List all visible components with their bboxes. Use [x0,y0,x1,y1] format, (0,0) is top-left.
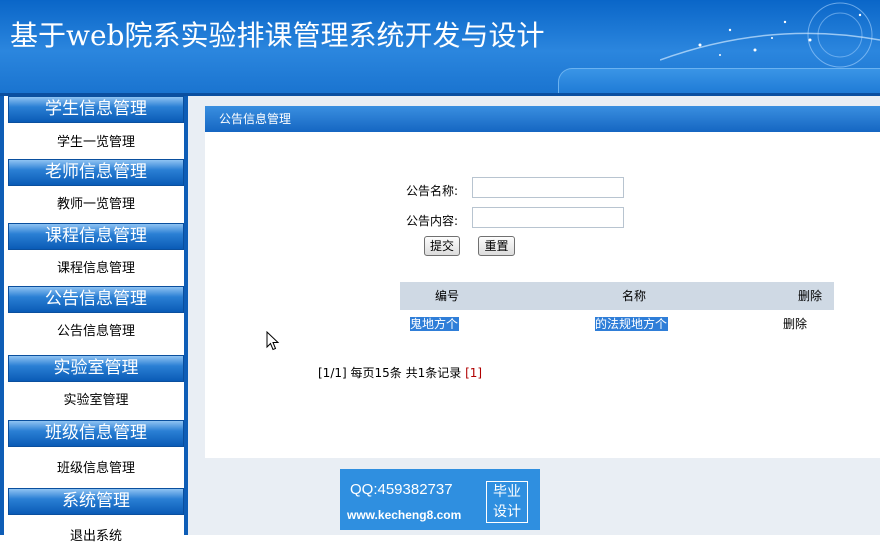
menu-header-class[interactable]: 班级信息管理 [8,420,184,447]
menu-header-student[interactable]: 学生信息管理 [8,96,184,123]
delete-link[interactable]: 删除 [783,317,807,331]
header-strip [558,68,880,93]
menu-header-system[interactable]: 系统管理 [8,488,184,515]
menu-header-lab[interactable]: 实验室管理 [8,355,184,382]
watermark-url: www.kecheng8.com [347,508,462,522]
total-records: 共1条记录 [405,366,462,380]
cell-name: 的法规地方个 [595,317,668,331]
announcement-name-label: 公告名称: [406,184,459,198]
page-info: [1/1] [318,366,347,380]
announcement-panel: 公告信息管理 公告名称: 公告内容: 提交 重置 编号 名称 删除 鬼地方个 的… [205,106,880,526]
panel-title: 公告信息管理 [205,106,880,132]
column-header-name: 名称 [622,289,647,303]
watermark-qq: QQ:459382737 [350,481,453,498]
sidebar: 学生信息管理 学生一览管理 老师信息管理 教师一览管理 课程信息管理 课程信息管… [0,96,188,544]
announcement-name-input[interactable] [472,177,624,198]
watermark-badge: 毕业 设计 [486,481,528,523]
menu-item-class[interactable]: 班级信息管理 [8,457,184,481]
menu-header-teacher[interactable]: 老师信息管理 [8,159,184,186]
cell-id: 鬼地方个 [410,317,459,331]
submit-button[interactable]: 提交 [424,236,460,256]
watermark-badge-line1: 毕业 [493,484,521,500]
announcement-content-input[interactable] [472,207,624,228]
pagination: [1/1] 每页15条 共1条记录 [1] [318,364,482,381]
mouse-cursor-icon [266,331,280,351]
column-header-id: 编号 [435,289,460,303]
watermark-badge-line2: 设计 [493,504,521,520]
menu-item-student-list[interactable]: 学生一览管理 [8,131,184,155]
app-title: 基于web院系实验排课管理系统开发与设计 [10,19,545,52]
page-link-1[interactable]: [1] [465,366,482,380]
menu-item-course-info[interactable]: 课程信息管理 [8,257,184,281]
reset-button[interactable]: 重置 [478,236,515,256]
menu-item-teacher-list[interactable]: 教师一览管理 [8,193,184,217]
panel-footer [205,458,880,526]
menu-item-announcement[interactable]: 公告信息管理 [8,320,184,344]
sidebar-menu: 学生信息管理 学生一览管理 老师信息管理 教师一览管理 课程信息管理 课程信息管… [4,96,184,544]
menu-item-lab[interactable]: 实验室管理 [8,389,184,413]
menu-header-announcement[interactable]: 公告信息管理 [8,286,184,313]
decorative-stars-graphic [660,2,880,68]
per-page-info: 每页15条 [350,366,402,380]
table-header-row: 编号 名称 删除 [400,282,834,310]
announcement-content-label: 公告内容: [406,214,459,228]
watermark-banner: QQ:459382737 www.kecheng8.com 毕业 设计 [340,469,540,530]
menu-item-logout[interactable]: 退出系统 [8,525,184,549]
header-banner: 基于web院系实验排课管理系统开发与设计 [0,0,880,93]
column-header-delete: 删除 [798,289,823,303]
menu-header-course[interactable]: 课程信息管理 [8,223,184,250]
